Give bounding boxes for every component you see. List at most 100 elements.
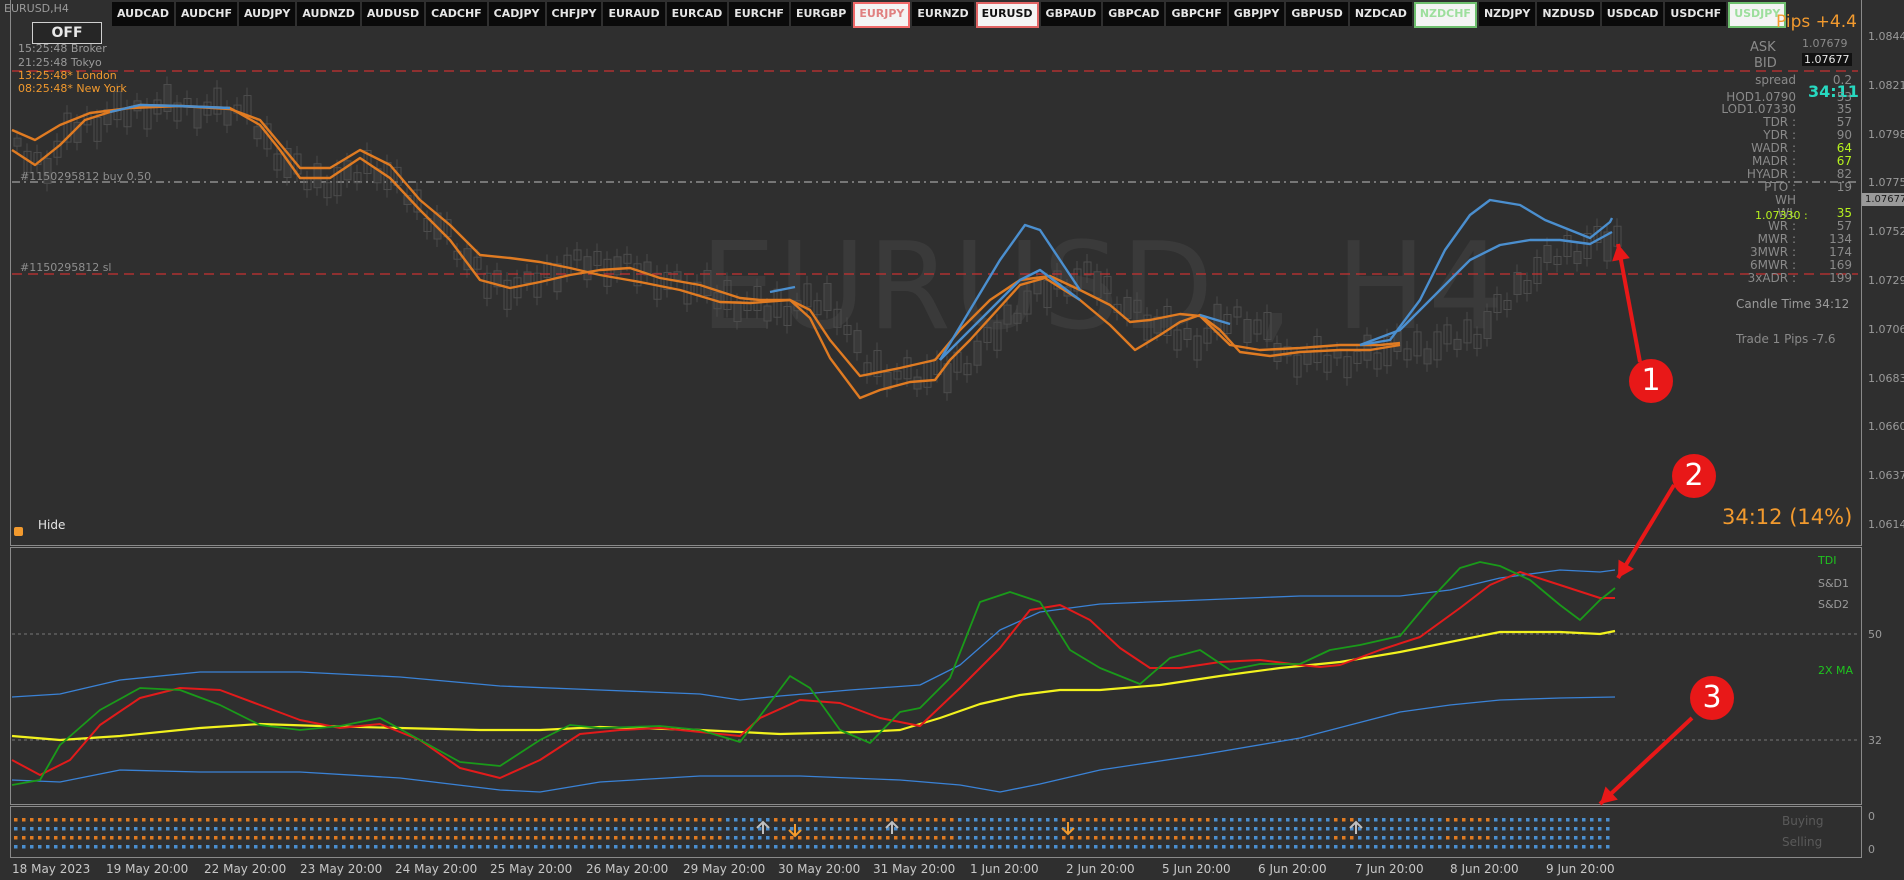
symbol-timeframe-label: EURUSD,H4 xyxy=(4,2,69,15)
pair-button-eurnzd[interactable]: EURNZD xyxy=(912,2,974,26)
off-toggle-button[interactable]: OFF xyxy=(32,22,102,44)
signal-dot xyxy=(942,836,946,840)
signal-dot xyxy=(214,836,218,840)
pair-button-eurusd[interactable]: EURUSD xyxy=(975,2,1039,28)
signal-dot xyxy=(454,818,458,822)
signal-dot xyxy=(1526,836,1530,840)
signal-dot xyxy=(510,845,514,849)
pair-button-gbpjpy[interactable]: GBPJPY xyxy=(1228,2,1285,26)
signal-dot xyxy=(478,845,482,849)
signal-dot xyxy=(350,818,354,822)
pair-button-eurgbp[interactable]: EURGBP xyxy=(790,2,852,26)
pair-button-nzdchf[interactable]: NZDCHF xyxy=(1413,2,1477,28)
signal-dot xyxy=(206,845,210,849)
price-axis-label: 1.07520 xyxy=(1868,225,1904,238)
pair-button-audjpy[interactable]: AUDJPY xyxy=(239,2,296,26)
upper-band xyxy=(11,569,1616,701)
signal-dot xyxy=(198,845,202,849)
pair-button-nzdcad[interactable]: NZDCAD xyxy=(1349,2,1412,26)
pair-button-gbpcad[interactable]: GBPCAD xyxy=(1103,2,1165,26)
signal-dot xyxy=(54,827,58,831)
signal-dot xyxy=(1438,818,1442,822)
signal-dot xyxy=(1046,845,1050,849)
signal-dot xyxy=(382,827,386,831)
signal-dot xyxy=(902,836,906,840)
signal-dot xyxy=(534,818,538,822)
signal-dot xyxy=(334,827,338,831)
pair-button-chfjpy[interactable]: CHFJPY xyxy=(546,2,602,26)
signal-dot xyxy=(654,827,658,831)
signal-dot xyxy=(294,845,298,849)
pair-button-audnzd[interactable]: AUDNZD xyxy=(297,2,360,26)
pair-button-audchf[interactable]: AUDCHF xyxy=(175,2,237,26)
hide-button[interactable]: Hide xyxy=(38,518,65,532)
signal-dot xyxy=(1150,818,1154,822)
signal-dot xyxy=(694,818,698,822)
pair-button-eurcad[interactable]: EURCAD xyxy=(666,2,728,26)
signal-dot xyxy=(1494,836,1498,840)
pair-button-audcad[interactable]: AUDCAD xyxy=(112,2,174,26)
pair-button-nzdusd[interactable]: NZDUSD xyxy=(1537,2,1600,26)
signal-dot xyxy=(830,827,834,831)
signal-dot xyxy=(1070,836,1074,840)
pair-button-gbpaud[interactable]: GBPAUD xyxy=(1040,2,1102,26)
signal-dot xyxy=(1494,827,1498,831)
pair-button-usdchf[interactable]: USDCHF xyxy=(1665,2,1727,26)
pair-button-gbpusd[interactable]: GBPUSD xyxy=(1286,2,1348,26)
signal-dot xyxy=(1326,836,1330,840)
pair-button-eurchf[interactable]: EURCHF xyxy=(729,2,789,26)
signal-dot xyxy=(334,845,338,849)
signal-dot xyxy=(206,827,210,831)
signal-dot xyxy=(1526,818,1530,822)
signal-dot xyxy=(1510,827,1514,831)
signal-dot xyxy=(454,827,458,831)
signal-dot xyxy=(214,845,218,849)
signal-dot xyxy=(990,818,994,822)
signal-dot xyxy=(582,845,586,849)
signal-dot xyxy=(670,836,674,840)
pair-button-eurjpy[interactable]: EURJPY xyxy=(853,2,911,28)
signal-dot xyxy=(1078,836,1082,840)
signal-dot xyxy=(726,836,730,840)
pair-button-cadchf[interactable]: CADCHF xyxy=(426,2,487,26)
signal-dot xyxy=(1230,827,1234,831)
osc-legend-label: S&D2 xyxy=(1818,598,1850,611)
signal-dot xyxy=(510,827,514,831)
pair-button-usdcad[interactable]: USDCAD xyxy=(1601,2,1664,26)
signal-dot xyxy=(622,845,626,849)
signal-dot xyxy=(1054,845,1058,849)
chart-canvas xyxy=(11,70,1858,849)
signal-dot xyxy=(726,827,730,831)
signal-dot xyxy=(1454,836,1458,840)
signal-dot xyxy=(566,818,570,822)
pair-button-gbpchf[interactable]: GBPCHF xyxy=(1166,2,1227,26)
signal-dot xyxy=(382,836,386,840)
signal-dot xyxy=(1246,836,1250,840)
pair-button-nzdjpy[interactable]: NZDJPY xyxy=(1478,2,1536,26)
signal-dot xyxy=(542,818,546,822)
signal-dot xyxy=(710,827,714,831)
pair-button-euraud[interactable]: EURAUD xyxy=(603,2,665,26)
signal-dot xyxy=(1198,818,1202,822)
signal-dot xyxy=(846,845,850,849)
signal-dot xyxy=(1134,845,1138,849)
signal-dot xyxy=(358,818,362,822)
signal-dot xyxy=(150,845,154,849)
signal-dot xyxy=(46,836,50,840)
signal-dot xyxy=(1334,836,1338,840)
signal-dot xyxy=(1134,827,1138,831)
pair-button-cadjpy[interactable]: CADJPY xyxy=(488,2,545,26)
signal-dot xyxy=(1334,818,1338,822)
signal-dot xyxy=(166,827,170,831)
signal-dot xyxy=(1534,845,1538,849)
signal-dot xyxy=(1414,827,1418,831)
candle-body xyxy=(1483,311,1492,339)
signal-dot xyxy=(446,836,450,840)
signal-dot xyxy=(966,836,970,840)
pair-button-audusd[interactable]: AUDUSD xyxy=(361,2,425,26)
signal-dot xyxy=(1534,827,1538,831)
hide-toggle-icon[interactable] xyxy=(14,527,23,536)
time-axis-label: 30 May 20:00 xyxy=(778,862,861,876)
signal-dot xyxy=(1286,818,1290,822)
signal-dot xyxy=(230,818,234,822)
